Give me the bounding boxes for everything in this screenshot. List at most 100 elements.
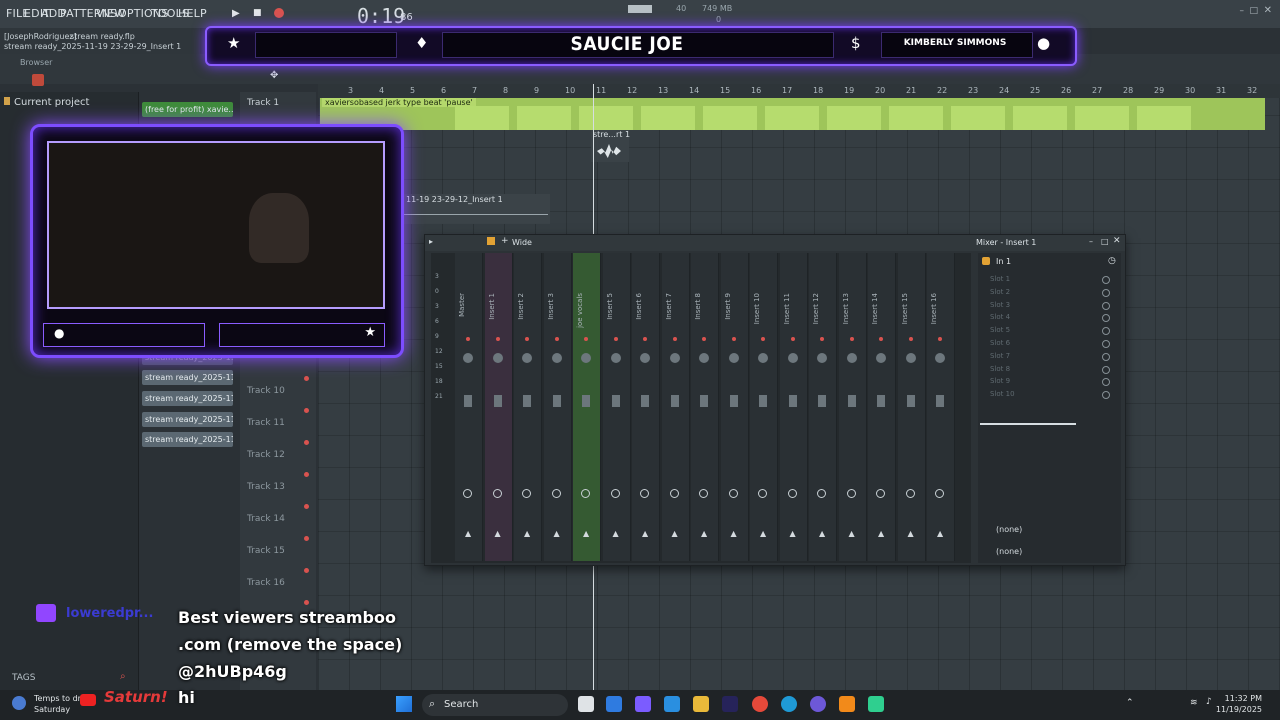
- volume-fader[interactable]: [788, 395, 797, 407]
- route-toggle[interactable]: [699, 489, 708, 498]
- beat-clip[interactable]: xaviersobased jerk type beat 'pause': [320, 98, 1265, 130]
- volume-fader[interactable]: [700, 395, 708, 407]
- pan-knob[interactable]: [492, 353, 503, 363]
- slot-enable-toggle[interactable]: [1102, 340, 1110, 348]
- task-view-icon[interactable]: [578, 696, 594, 712]
- send-arrow-icon[interactable]: ▲: [731, 529, 737, 538]
- send-arrow-icon[interactable]: ▲: [495, 529, 501, 538]
- volume-fader[interactable]: [582, 395, 590, 407]
- maximize-icon[interactable]: □: [1249, 6, 1258, 16]
- mixer-preset[interactable]: Wide: [512, 238, 532, 247]
- record-arm-dot[interactable]: [702, 337, 706, 341]
- mixer-strip[interactable]: Insert 1 ▲: [484, 253, 513, 561]
- volume-fader[interactable]: [523, 395, 531, 407]
- edge-icon[interactable]: [781, 696, 797, 712]
- minimize-icon[interactable]: –: [1240, 6, 1245, 16]
- record-arm-dot[interactable]: [554, 337, 559, 341]
- fl-studio-icon[interactable]: [839, 696, 855, 712]
- track-label[interactable]: Track 13: [247, 482, 285, 492]
- track-mute-dot[interactable]: [304, 376, 309, 381]
- record-arm-dot[interactable]: [613, 337, 618, 341]
- slot-enable-toggle[interactable]: [1102, 352, 1110, 361]
- send-arrow-icon[interactable]: ▲: [554, 529, 560, 538]
- send-arrow-icon[interactable]: ▲: [878, 529, 884, 538]
- timeline-ruler[interactable]: 3 4 5 6 7 8 9 10 11 12 13 14 15 16 17 18 19 20 21 22 23 24 25 2…: [318, 84, 1280, 98]
- store-icon[interactable]: [606, 696, 622, 712]
- route-toggle[interactable]: [876, 489, 885, 498]
- volume-fader[interactable]: [759, 395, 767, 407]
- volume-fader[interactable]: [670, 395, 679, 407]
- clip-item[interactable]: stream ready_2025-11-1...: [142, 412, 233, 427]
- menu-help[interactable]: HELP: [178, 7, 207, 20]
- effect-slot[interactable]: Slot 6: [990, 339, 1010, 347]
- send-arrow-icon[interactable]: ▲: [908, 529, 914, 538]
- mixer-menu-icon[interactable]: ▸: [429, 237, 433, 246]
- track-label[interactable]: Track 12: [247, 450, 285, 460]
- effect-slot[interactable]: Slot 3: [990, 301, 1010, 309]
- pan-knob[interactable]: [463, 353, 473, 363]
- clip-item[interactable]: stream ready_2025-11-1...: [142, 432, 233, 447]
- volume-fader[interactable]: [464, 395, 472, 407]
- pan-knob[interactable]: [846, 353, 857, 363]
- effect-slot[interactable]: Slot 9: [990, 377, 1010, 385]
- slot-enable-toggle[interactable]: [1102, 301, 1110, 310]
- mixer-strip[interactable]: Insert 6 ▲: [632, 253, 660, 561]
- mixer-strip[interactable]: Insert 12 ▲: [809, 253, 837, 561]
- record-arm-dot[interactable]: [820, 337, 824, 341]
- mixer-strip[interactable]: Insert 11 ▲: [779, 253, 808, 561]
- pan-knob[interactable]: [787, 353, 798, 363]
- record-arm-dot[interactable]: [790, 337, 795, 341]
- mixer-strip[interactable]: Insert 13 ▲: [838, 253, 867, 561]
- send-arrow-icon[interactable]: ▲: [819, 529, 825, 538]
- route-toggle[interactable]: [817, 489, 826, 498]
- system-clock[interactable]: 11:32 PM 11/19/2025: [1216, 693, 1262, 715]
- mixer-strip[interactable]: Insert 8 ▲: [691, 253, 719, 561]
- track-mute-dot[interactable]: [304, 440, 309, 445]
- send-arrow-icon[interactable]: ▲: [937, 529, 943, 538]
- route-toggle[interactable]: [728, 489, 738, 498]
- pan-knob[interactable]: [581, 353, 591, 363]
- slot-enable-toggle[interactable]: [1102, 378, 1110, 387]
- track-label[interactable]: Track 10: [247, 386, 285, 396]
- pan-knob[interactable]: [817, 353, 827, 363]
- route-toggle[interactable]: [522, 489, 531, 498]
- pan-knob[interactable]: [551, 353, 562, 363]
- pan-knob[interactable]: [669, 353, 680, 363]
- output-select[interactable]: (none): [996, 547, 1022, 556]
- volume-fader[interactable]: [877, 395, 885, 407]
- premiere-icon[interactable]: [722, 696, 738, 712]
- volume-fader[interactable]: [906, 395, 915, 407]
- effect-slot[interactable]: Slot 10: [990, 390, 1015, 398]
- output-select[interactable]: (none): [996, 525, 1022, 534]
- route-toggle[interactable]: [669, 489, 679, 498]
- eq-curve[interactable]: [980, 423, 1076, 425]
- slot-enable-toggle[interactable]: [1102, 391, 1110, 400]
- send-arrow-icon[interactable]: ▲: [672, 529, 678, 538]
- mixer-strip[interactable]: Insert 15 ▲: [897, 253, 926, 561]
- record-arm-dot[interactable]: [879, 337, 883, 341]
- effect-slot[interactable]: Slot 7: [990, 352, 1010, 360]
- pan-knob[interactable]: [935, 353, 945, 363]
- route-toggle[interactable]: [640, 489, 649, 498]
- record-icon[interactable]: [274, 8, 284, 18]
- send-arrow-icon[interactable]: ▲: [849, 529, 855, 538]
- send-arrow-icon[interactable]: ▲: [642, 529, 648, 538]
- add-icon[interactable]: +: [501, 236, 509, 246]
- mixer-strip[interactable]: Insert 14 ▲: [868, 253, 896, 561]
- clip-beat[interactable]: (free for profit) xavie...: [142, 102, 233, 117]
- search-icon[interactable]: ⌕: [120, 671, 126, 682]
- mixer-layout-icon[interactable]: [487, 237, 495, 245]
- send-arrow-icon[interactable]: ▲: [465, 529, 471, 538]
- slot-enable-toggle[interactable]: [1102, 365, 1110, 374]
- record-arm-dot[interactable]: [495, 337, 500, 341]
- mixer-strip[interactable]: Insert 9 ▲: [720, 253, 749, 561]
- minimize-icon[interactable]: –: [1089, 237, 1093, 246]
- track-mute-dot[interactable]: [304, 408, 309, 413]
- slot-enable-toggle[interactable]: [1102, 314, 1110, 323]
- track-mute-dot[interactable]: [304, 536, 309, 541]
- track-label[interactable]: Track 11: [247, 418, 285, 428]
- record-arm-dot[interactable]: [525, 337, 529, 341]
- close-icon[interactable]: ✕: [1264, 5, 1272, 16]
- record-arm-dot[interactable]: [761, 337, 765, 341]
- volume-fader[interactable]: [729, 395, 738, 407]
